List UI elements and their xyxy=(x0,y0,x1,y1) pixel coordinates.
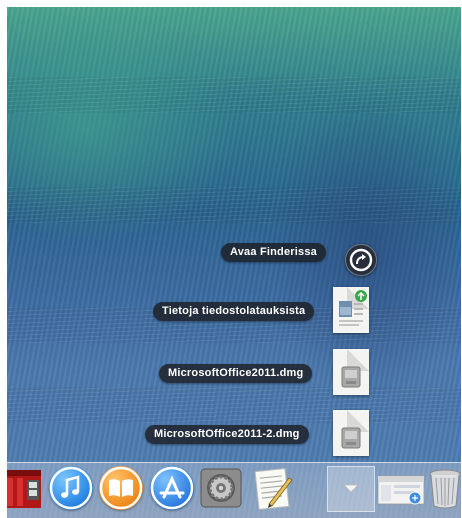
wallpaper-texture xyxy=(7,387,461,423)
desktop: Avaa Finderissa Tietoja tiedostolatauksi… xyxy=(7,7,461,518)
downloads-stack-icon[interactable] xyxy=(327,466,375,512)
textedit-icon[interactable] xyxy=(251,466,295,511)
ibooks-icon[interactable] xyxy=(99,466,143,510)
document-icon[interactable] xyxy=(333,287,369,333)
open-arrow-icon[interactable] xyxy=(345,244,377,276)
disk-image-icon[interactable] xyxy=(333,349,369,395)
trash-icon[interactable] xyxy=(427,466,461,510)
wallpaper-texture xyxy=(7,187,461,223)
itunes-icon[interactable] xyxy=(49,466,93,510)
open-in-finder-label[interactable]: Avaa Finderissa xyxy=(221,243,326,262)
app-store-icon[interactable] xyxy=(150,466,194,510)
stack-item-label[interactable]: Tietoja tiedostolatauksista xyxy=(153,302,315,321)
stack-item-label[interactable]: MicrosoftOffice2011.dmg xyxy=(159,364,313,383)
system-preferences-icon[interactable] xyxy=(200,468,242,508)
wallpaper-texture xyxy=(7,77,461,113)
photo-booth-icon[interactable] xyxy=(7,466,43,510)
finder-window-icon[interactable] xyxy=(377,472,425,508)
disk-image-icon[interactable] xyxy=(333,410,369,456)
stack-item-label[interactable]: MicrosoftOffice2011-2.dmg xyxy=(145,425,309,444)
